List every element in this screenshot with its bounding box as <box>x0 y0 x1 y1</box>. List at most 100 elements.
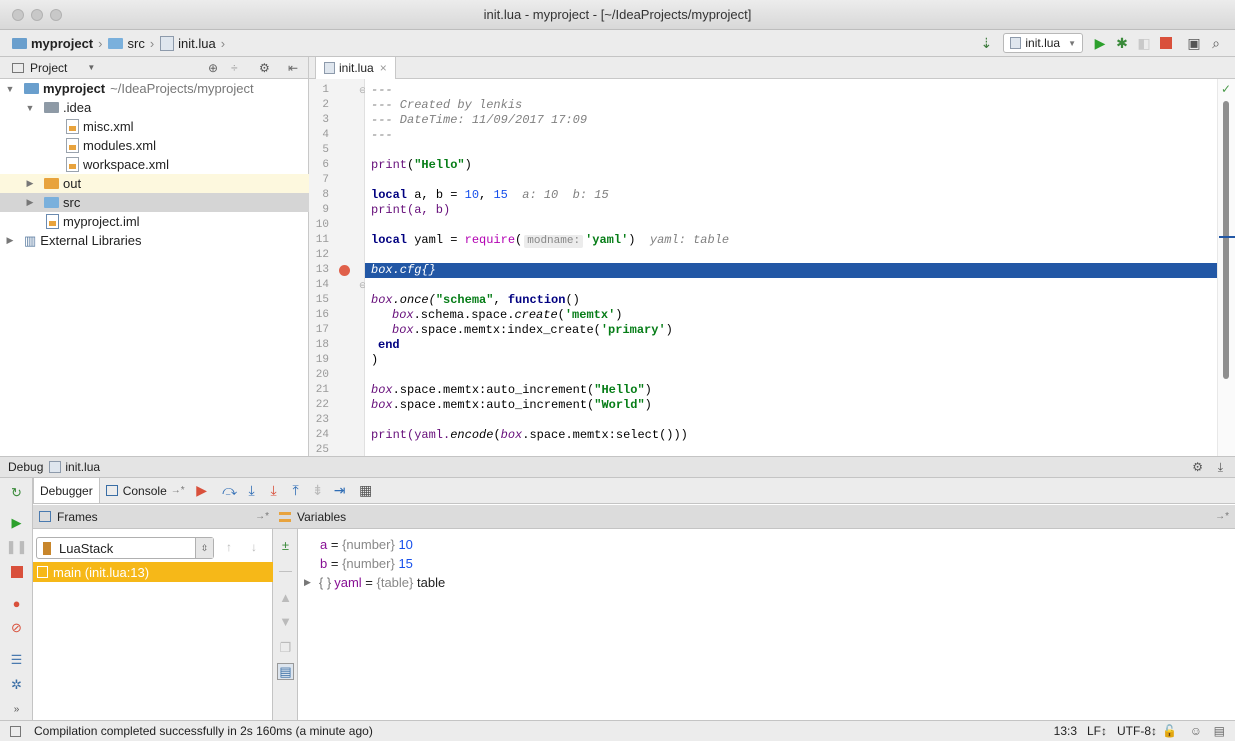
execution-point-highlight <box>365 263 1217 278</box>
collapsed-arrow-icon[interactable]: ▶ <box>24 197 36 208</box>
status-message[interactable]: Compilation completed successfully in 2s… <box>34 724 373 738</box>
project-structure-button[interactable]: ▣ <box>1183 32 1205 54</box>
run-config-select[interactable]: init.lua ▼ <box>1003 33 1083 53</box>
show-execution-point-icon[interactable]: ▶ <box>191 480 213 502</box>
step-over-icon[interactable]: ⤼ <box>219 480 241 502</box>
variable-row[interactable]: a = {number} 10 <box>320 535 413 554</box>
scroll-from-source-icon[interactable]: ⊕ <box>208 61 218 75</box>
run-button[interactable]: ▶ <box>1089 32 1111 54</box>
dropdown-arrows-icon[interactable]: ⇳ <box>195 538 213 558</box>
search-button[interactable]: ⌕ <box>1205 32 1227 54</box>
variable-row[interactable]: ▶ { } yaml = {table} table <box>304 573 445 592</box>
line-number: 8 <box>322 189 329 201</box>
pause-icon[interactable]: ❚❚ <box>6 538 28 555</box>
drop-frame-icon[interactable]: ⇟ <box>307 480 329 502</box>
move-down-icon[interactable]: ▼ <box>277 613 294 630</box>
tab-init-lua[interactable]: init.lua × <box>315 57 396 79</box>
project-tree: ▼ myproject ~/IdeaProjects/myproject ▼ .… <box>0 79 309 456</box>
line-number: 3 <box>322 114 329 126</box>
view-breakpoints-icon[interactable]: ● <box>8 595 25 612</box>
pin-icon[interactable]: →* <box>255 511 269 522</box>
title-bar: init.lua - myproject - [~/IdeaProjects/m… <box>0 0 1235 30</box>
editor-gutter[interactable]: 1 2 3 4 5 6 7 8 9 10 11 12 13 14 15 16 1… <box>309 79 367 456</box>
evaluate-expression-icon[interactable]: ▦ <box>355 480 377 502</box>
pin-icon[interactable]: →* <box>1215 511 1229 522</box>
inspector-icon[interactable]: ☺ <box>1190 724 1202 738</box>
breadcrumb-src[interactable]: src › <box>108 36 154 51</box>
close-window-button[interactable] <box>12 9 24 21</box>
hide-panel-icon[interactable]: ⇤ <box>288 61 298 75</box>
lock-icon[interactable]: 🔓 <box>1162 724 1177 738</box>
event-log-icon[interactable]: ▤ <box>1214 724 1225 738</box>
collapsed-arrow-icon[interactable]: ▶ <box>24 178 36 189</box>
variable-row[interactable]: b = {number} 15 <box>320 554 413 573</box>
new-watch-icon[interactable]: ± <box>277 537 294 554</box>
code-line-8: local a, b = 10, 15 a: 10 b: 15 <box>371 188 609 202</box>
restore-layout-icon[interactable]: ☰ <box>8 651 25 668</box>
thread-select[interactable]: LuaStack ⇳ <box>36 537 214 559</box>
resume-icon[interactable]: ▶ <box>8 514 25 531</box>
expand-arrow-icon[interactable]: ▶ <box>304 577 311 588</box>
no-problems-check-icon[interactable]: ✓ <box>1221 82 1231 96</box>
show-watches-icon[interactable]: ▤ <box>277 663 294 680</box>
project-view-select[interactable]: Project <box>30 61 67 75</box>
copy-icon[interactable]: ❐ <box>277 639 294 656</box>
breadcrumb-project[interactable]: myproject › <box>12 36 102 51</box>
scrollbar-thumb[interactable] <box>1223 101 1229 379</box>
line-separator-select[interactable]: LF↕ <box>1087 724 1107 738</box>
caret-position[interactable]: 13:3 <box>1054 724 1077 738</box>
expanded-arrow-icon[interactable]: ▼ <box>24 103 36 113</box>
table-icon: { } <box>318 575 332 590</box>
settings-icon[interactable]: ✲ <box>8 676 25 693</box>
rerun-icon[interactable]: ↻ <box>8 484 25 501</box>
gear-icon[interactable]: ⚙ <box>1192 460 1203 474</box>
previous-frame-icon[interactable]: ↑ <box>226 540 232 554</box>
tree-node-idea[interactable]: ▼ .idea <box>0 98 309 117</box>
pin-icon[interactable]: →* <box>171 485 185 496</box>
code-editor[interactable]: --- --- Created by lenkis --- DateTime: … <box>365 79 1217 456</box>
more-icon[interactable]: » <box>8 701 25 718</box>
step-into-icon[interactable]: ⤓ <box>241 480 263 502</box>
step-out-icon[interactable]: ⤒ <box>285 480 307 502</box>
editor-scrollbar[interactable]: ✓ <box>1217 79 1235 456</box>
collapsed-arrow-icon[interactable]: ▶ <box>4 235 16 246</box>
tree-node-src[interactable]: ▶ src <box>0 193 309 212</box>
next-frame-icon[interactable]: ↓ <box>251 540 257 554</box>
collapse-all-icon[interactable]: ÷ <box>231 61 238 75</box>
close-icon[interactable]: × <box>380 61 387 75</box>
run-to-cursor-icon[interactable]: ⇥ <box>329 480 351 502</box>
hide-panel-icon[interactable]: ⤓ <box>1218 460 1223 475</box>
move-up-icon[interactable]: ▲ <box>277 589 294 606</box>
encoding-select[interactable]: UTF-8↕ <box>1117 724 1157 738</box>
tree-node-modules-xml[interactable]: modules.xml <box>0 136 309 155</box>
tree-node-workspace-xml[interactable]: workspace.xml <box>0 155 309 174</box>
stop-icon[interactable] <box>8 563 25 580</box>
tab-debugger[interactable]: Debugger <box>33 478 100 503</box>
coverage-button[interactable]: ◧ <box>1133 32 1155 54</box>
build-icon[interactable]: ⇣ <box>975 32 997 54</box>
tree-node-out[interactable]: ▶ out <box>0 174 309 193</box>
minimize-window-button[interactable] <box>31 9 43 21</box>
mute-breakpoints-icon[interactable]: ⊘ <box>8 619 25 636</box>
variables-tree: a = {number} 10 b = {number} 15 ▶ { } ya… <box>298 529 1235 720</box>
line-number: 18 <box>315 339 329 351</box>
source-folder-icon <box>44 197 59 208</box>
tool-windows-icon[interactable] <box>10 725 21 737</box>
chevron-down-icon[interactable]: ▼ <box>87 63 95 72</box>
zoom-window-button[interactable] <box>50 9 62 21</box>
tree-node-myproject[interactable]: ▼ myproject ~/IdeaProjects/myproject <box>0 79 309 98</box>
debug-button[interactable]: ✱ <box>1111 32 1133 54</box>
tree-node-myproject-iml[interactable]: myproject.iml <box>0 212 309 231</box>
breakpoint-icon[interactable] <box>339 265 350 276</box>
breadcrumb-file[interactable]: init.lua › <box>160 35 225 51</box>
debug-session-tab[interactable]: init.lua <box>65 460 100 474</box>
tab-console[interactable]: Console →* <box>100 478 191 503</box>
stop-button[interactable] <box>1155 32 1177 54</box>
stack-frame-row[interactable]: main (init.lua:13) <box>33 562 273 582</box>
force-step-into-icon[interactable]: ⤓ <box>263 480 285 502</box>
remove-watch-icon[interactable]: — <box>277 562 294 579</box>
tree-node-misc-xml[interactable]: misc.xml <box>0 117 309 136</box>
tree-node-external-libraries[interactable]: ▶ ▥ External Libraries <box>0 231 309 250</box>
expanded-arrow-icon[interactable]: ▼ <box>4 84 16 94</box>
gear-icon[interactable]: ⚙ <box>259 61 270 75</box>
